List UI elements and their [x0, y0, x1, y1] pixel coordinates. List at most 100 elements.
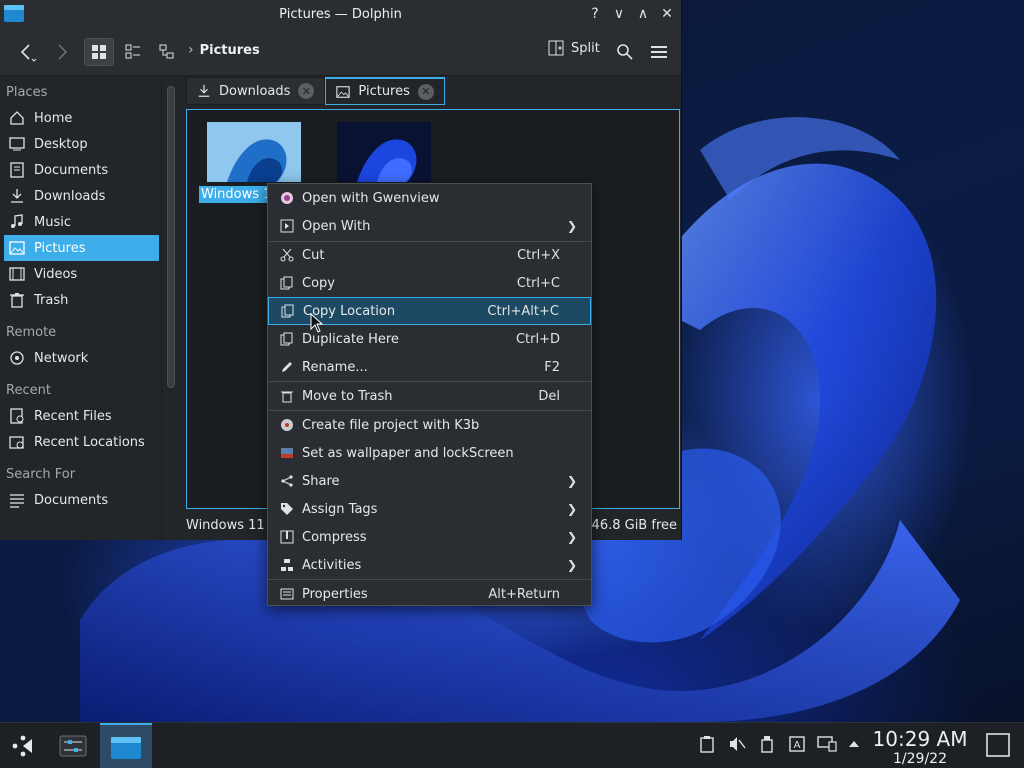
keyboard-layout-icon[interactable]: A [789, 735, 805, 757]
maximize-icon[interactable]: ∧ [633, 2, 653, 26]
icons-view-button[interactable] [84, 38, 114, 66]
sidebar-item-recent-locations[interactable]: Recent Locations [0, 429, 161, 455]
pencil-icon [276, 360, 298, 374]
recent-locations-icon [8, 433, 26, 451]
chevron-right-icon: › [188, 42, 194, 58]
trash-icon [8, 291, 26, 309]
submenu-arrow-icon: ❯ [566, 474, 577, 488]
back-arrow-icon [20, 44, 37, 62]
open-with-icon [276, 219, 298, 233]
copy-icon [277, 304, 299, 318]
title-bar[interactable]: Pictures — Dolphin ? ∨ ∧ ✕ [0, 0, 681, 28]
sidebar-item-network[interactable]: Network [0, 345, 161, 371]
toolbar: › Pictures Split [0, 28, 681, 76]
search-button[interactable] [612, 38, 638, 66]
sidebar-item-pictures[interactable]: Pictures [4, 235, 159, 261]
hamburger-icon [651, 46, 667, 58]
compact-view-button[interactable] [120, 38, 146, 66]
sidebar-item-trash[interactable]: Trash [0, 287, 161, 313]
clipboard-icon[interactable] [699, 735, 715, 757]
document-icon [8, 161, 26, 179]
breadcrumb[interactable]: › Pictures [188, 42, 260, 58]
sidebar-item-home[interactable]: Home [0, 105, 161, 131]
menu-item-rename[interactable]: Rename... F2 [268, 353, 591, 381]
minimize-icon[interactable]: ∨ [609, 2, 629, 26]
close-tab-icon[interactable]: ✕ [298, 83, 315, 99]
sidebar-item-documents[interactable]: Documents [0, 157, 161, 183]
file-item[interactable] [207, 122, 301, 186]
search-icon [617, 44, 633, 60]
desktop-icon [8, 135, 26, 153]
file-item[interactable] [337, 122, 431, 186]
tab-downloads[interactable]: Downloads ✕ [186, 77, 326, 105]
menu-item-compress[interactable]: Compress ❯ [268, 523, 591, 551]
video-icon [8, 265, 26, 283]
volume-muted-icon[interactable] [728, 735, 746, 757]
gwenview-icon [276, 191, 298, 205]
show-hidden-icons-icon[interactable] [847, 735, 861, 757]
menu-item-k3b-project[interactable]: Create file project with K3b [268, 411, 591, 439]
menu-item-cut[interactable]: Cut Ctrl+X [268, 241, 591, 269]
recent-header: Recent [6, 382, 51, 398]
status-text: Windows 11 . [186, 518, 273, 533]
download-icon [8, 187, 26, 205]
archive-icon [276, 530, 298, 544]
svg-text:A: A [794, 740, 801, 751]
close-icon[interactable]: ✕ [657, 2, 677, 26]
free-space: 46.8 GiB free [591, 518, 677, 533]
hamburger-menu-button[interactable] [646, 38, 672, 66]
application-launcher[interactable] [0, 723, 46, 768]
search-for-header: Search For [6, 466, 76, 482]
selected-file-name[interactable]: Windows 1 [199, 186, 269, 203]
tab-bar: Downloads ✕ Pictures ✕ [186, 77, 445, 105]
sidebar-item-desktop[interactable]: Desktop [0, 131, 161, 157]
sidebar-item-downloads[interactable]: Downloads [0, 183, 161, 209]
usb-drive-icon[interactable] [760, 735, 774, 757]
menu-item-open-with[interactable]: Open With ❯ [268, 212, 591, 240]
sidebar-item-music[interactable]: Music [0, 209, 161, 235]
tab-pictures[interactable]: Pictures ✕ [325, 77, 445, 105]
close-tab-icon[interactable]: ✕ [417, 83, 434, 100]
dolphin-task[interactable] [100, 723, 152, 768]
wallpaper-thumbnail [337, 122, 431, 182]
menu-item-open-with-gwenview[interactable]: Open with Gwenview [268, 184, 591, 212]
trash-icon [276, 389, 298, 403]
forward-button[interactable] [48, 38, 76, 66]
sidebar-scrollbar[interactable] [167, 86, 175, 388]
submenu-arrow-icon: ❯ [566, 502, 577, 516]
display-icon[interactable] [817, 735, 837, 757]
split-button[interactable]: Split [548, 40, 600, 56]
wallpaper-thumbnail [207, 122, 301, 182]
duplicate-icon [276, 332, 298, 346]
menu-item-copy[interactable]: Copy Ctrl+C [268, 269, 591, 297]
grid-icon [92, 45, 106, 59]
network-icon [8, 349, 26, 367]
tag-icon [276, 502, 298, 516]
back-button[interactable] [12, 38, 40, 66]
places-panel: Places Home Desktop Documents Downloads … [0, 77, 162, 540]
window-title: Pictures — Dolphin [279, 6, 402, 22]
menu-item-set-wallpaper[interactable]: Set as wallpaper and lockScreen [268, 439, 591, 467]
menu-item-properties[interactable]: Properties Alt+Return [268, 580, 591, 608]
text-lines-icon [8, 491, 26, 509]
show-desktop-button[interactable] [986, 733, 1010, 761]
forward-arrow-icon [58, 44, 68, 60]
menu-item-activities[interactable]: Activities ❯ [268, 551, 591, 579]
menu-item-share[interactable]: Share ❯ [268, 467, 591, 495]
mouse-cursor-icon [310, 313, 324, 333]
music-note-icon [8, 213, 26, 231]
menu-item-assign-tags[interactable]: Assign Tags ❯ [268, 495, 591, 523]
details-view-button[interactable] [154, 38, 180, 66]
menu-item-move-to-trash[interactable]: Move to Trash Del [268, 382, 591, 410]
submenu-arrow-icon: ❯ [566, 558, 577, 572]
sidebar-item-recent-files[interactable]: Recent Files [0, 403, 161, 429]
submenu-arrow-icon: ❯ [566, 219, 577, 233]
help-icon[interactable]: ? [585, 2, 605, 26]
sidebar-item-videos[interactable]: Videos [0, 261, 161, 287]
compact-list-icon [125, 44, 140, 59]
digital-clock[interactable]: 10:29 AM 1/29/22 [872, 727, 968, 767]
activities-icon [276, 558, 298, 572]
system-settings-task[interactable] [52, 723, 94, 768]
breadcrumb-current[interactable]: Pictures [200, 43, 260, 58]
sidebar-item-search-documents[interactable]: Documents [0, 487, 161, 513]
